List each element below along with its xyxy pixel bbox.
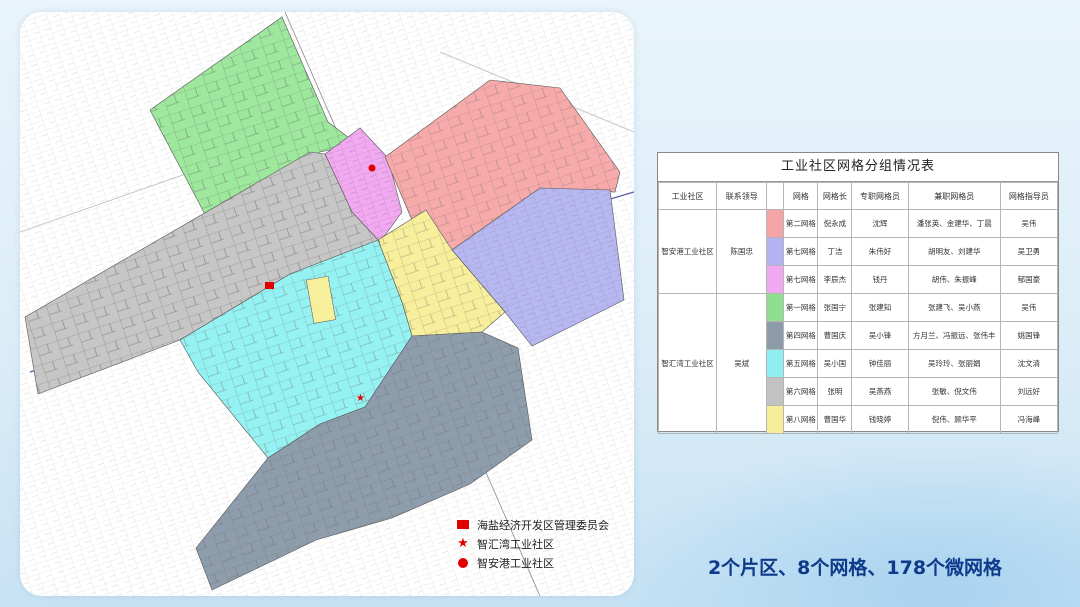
cell-full: 张建知 — [851, 293, 909, 322]
color-swatch — [766, 321, 785, 350]
color-swatch — [766, 293, 785, 322]
cell-head: 曹国华 — [817, 405, 853, 434]
star-marker: ★ — [356, 393, 365, 404]
cell-head: 吴小国 — [817, 349, 853, 378]
table-row: 智汇湾工业社区 吴斌 第一网格 张国宁 张建知 张建飞、吴小燕 吴伟 — [657, 293, 1059, 434]
cell-grid: 第四网格 — [783, 321, 819, 350]
table-row: 智安港工业社区 陈国忠 第二网格 倪永成 沈辉 潘张英、金建华、丁晨 吴伟 — [657, 209, 1059, 294]
cell-full: 吴小锋 — [851, 321, 909, 350]
summary-caption: 2个片区、8个网格、178个微网格 — [707, 557, 1003, 579]
cell-full: 沈辉 — [851, 209, 909, 238]
leader-cell: 陈国忠 — [716, 209, 768, 294]
grid-table-body: 工业社区 联系领导 网格 网格长 专职网格员 兼职网格员 网格指导员 智安港工业… — [657, 182, 1059, 434]
cell-grid: 第八网格 — [783, 405, 819, 434]
flag-icon — [456, 519, 470, 531]
map-legend: 海盐经济开发区管理委员会 ★ 智汇湾工业社区 智安港工业社区 — [456, 515, 632, 572]
header-cell: 网格指导员 — [999, 182, 1059, 210]
legend-label: 海盐经济开发区管理委员会 — [477, 518, 609, 532]
table-header-row: 工业社区 联系领导 网格 网格长 专职网格员 兼职网格员 网格指导员 — [657, 182, 1059, 210]
color-swatch — [766, 265, 785, 294]
cell-part: 吴玲玲、张丽娟 — [907, 349, 1001, 378]
community-cell: 智安港工业社区 — [657, 209, 718, 294]
cell-guide: 吴伟 — [999, 293, 1059, 322]
header-cell: 网格 — [783, 182, 819, 210]
dot-marker — [368, 164, 376, 172]
header-cell: 工业社区 — [657, 182, 718, 210]
dot-icon — [456, 557, 470, 569]
legend-label: 智汇湾工业社区 — [477, 537, 554, 551]
star-icon: ★ — [457, 535, 469, 551]
cell-head: 李辰杰 — [817, 265, 853, 294]
legend-item: ★ 智汇湾工业社区 — [456, 534, 632, 553]
header-cell: 联系领导 — [716, 182, 768, 210]
header-cell: 网格长 — [817, 182, 853, 210]
color-swatch — [766, 209, 785, 238]
cell-full: 钟佳丽 — [851, 349, 909, 378]
cell-grid: 第七网格 — [783, 237, 819, 266]
color-swatch — [766, 377, 785, 406]
cell-full: 吴燕燕 — [851, 377, 909, 406]
cell-grid: 第七网格 — [783, 265, 819, 294]
legend-label: 智安港工业社区 — [477, 556, 554, 570]
background-wave — [600, 440, 1080, 607]
community-cell: 智汇湾工业社区 — [657, 293, 718, 434]
cell-grid: 第六网格 — [783, 377, 819, 406]
cell-grid: 第二网格 — [783, 209, 819, 238]
cell-guide: 郁国豪 — [999, 265, 1059, 294]
cell-head: 丁洁 — [817, 237, 853, 266]
cell-part: 潘张英、金建华、丁晨 — [907, 209, 1001, 238]
legend-item: 智安港工业社区 — [456, 553, 632, 572]
grid-table: 工业社区网格分组情况表 工业社区 联系领导 网格 网格长 专职网格员 兼职网格员… — [657, 152, 1059, 434]
grid-map: ★ 海盐经济开发区管理委员会 ★ 智汇湾工业社区 智安港工业社区 — [20, 12, 634, 596]
cell-part: 胡伟、朱振峰 — [907, 265, 1001, 294]
leader-cell: 吴斌 — [716, 293, 768, 434]
cell-part: 张敏、倪文伟 — [907, 377, 1001, 406]
color-swatch — [766, 349, 785, 378]
header-cell: 兼职网格员 — [907, 182, 1001, 210]
cell-grid: 第一网格 — [783, 293, 819, 322]
cell-part: 方月兰、冯振远、张伟丰 — [907, 321, 1001, 350]
cell-guide: 刘远好 — [999, 377, 1059, 406]
header-cell: 专职网格员 — [851, 182, 909, 210]
header-cell — [766, 182, 785, 210]
color-swatch — [766, 237, 785, 266]
cell-head: 曹国庆 — [817, 321, 853, 350]
cell-guide: 吴伟 — [999, 209, 1059, 238]
cell-full: 朱伟好 — [851, 237, 909, 266]
cell-full: 钱丹 — [851, 265, 909, 294]
cell-grid: 第五网格 — [783, 349, 819, 378]
flag-marker — [265, 282, 274, 289]
cell-head: 张国宁 — [817, 293, 853, 322]
cell-part: 倪伟、顾华平 — [907, 405, 1001, 434]
cell-guide: 冯海峰 — [999, 405, 1059, 434]
cell-part: 胡明友、刘建华 — [907, 237, 1001, 266]
cell-head: 倪永成 — [817, 209, 853, 238]
cell-guide: 姚国锋 — [999, 321, 1059, 350]
cell-guide: 吴卫勇 — [999, 237, 1059, 266]
cell-guide: 沈文清 — [999, 349, 1059, 378]
map-canvas: ★ — [20, 12, 634, 596]
table-title: 工业社区网格分组情况表 — [658, 153, 1058, 182]
color-swatch — [766, 405, 785, 434]
legend-item: 海盐经济开发区管理委员会 — [456, 515, 632, 534]
cell-full: 钱晓婷 — [851, 405, 909, 434]
cell-part: 张建飞、吴小燕 — [907, 293, 1001, 322]
cell-head: 张明 — [817, 377, 853, 406]
